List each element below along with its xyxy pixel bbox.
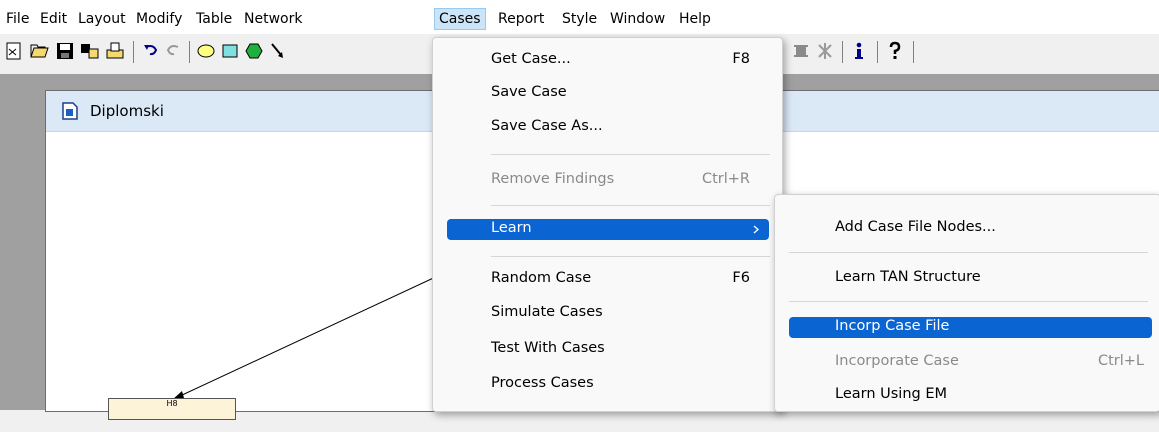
menu-help[interactable]: Help	[675, 9, 715, 29]
menu-item-save-case[interactable]: Save Case	[491, 84, 567, 100]
info-icon[interactable]	[849, 41, 869, 61]
document-icon	[62, 102, 78, 120]
submenu-item-incorp-case-file[interactable]: Incorp Case File	[789, 317, 1152, 338]
arrow-tool-icon[interactable]	[268, 41, 288, 61]
menu-cases[interactable]: Cases	[434, 8, 486, 30]
learn-submenu: Add Case File Nodes... Learn TAN Structu…	[774, 194, 1159, 412]
rectangle-icon[interactable]	[220, 41, 240, 61]
shortcut-remove-findings: Ctrl+R	[701, 171, 750, 187]
submenu-item-add-case-file-nodes[interactable]: Add Case File Nodes...	[835, 219, 996, 235]
print-icon[interactable]	[105, 41, 125, 61]
window-title: Diplomski	[90, 102, 164, 120]
menu-separator	[491, 154, 770, 155]
undo-icon[interactable]	[141, 41, 161, 61]
menu-window[interactable]: Window	[606, 9, 669, 29]
menu-item-simulate-cases[interactable]: Simulate Cases	[491, 304, 603, 320]
toolbar-separator	[877, 41, 878, 63]
submenu-item-incorp-case-file-label: Incorp Case File	[835, 318, 950, 334]
menu-item-process-cases[interactable]: Process Cases	[491, 375, 594, 391]
network-node[interactable]: H8	[108, 398, 236, 420]
menu-bar: File Edit Layout Modify Table Network Ca…	[0, 0, 1159, 34]
menu-report[interactable]: Report	[494, 9, 548, 29]
ellipse-icon[interactable]	[196, 41, 216, 61]
shortcut-random-case: F6	[732, 270, 750, 286]
new-icon[interactable]	[4, 41, 24, 61]
toolbar-separator	[842, 41, 843, 63]
menu-separator	[491, 256, 770, 257]
menu-item-learn-label: Learn	[491, 220, 532, 236]
menu-separator	[789, 301, 1148, 302]
menu-table[interactable]: Table	[192, 9, 236, 29]
menu-modify[interactable]: Modify	[132, 9, 186, 29]
save-icon[interactable]	[55, 41, 75, 61]
hexagon-icon[interactable]	[244, 41, 264, 61]
menu-layout[interactable]: Layout	[74, 9, 130, 29]
submenu-item-learn-tan-structure[interactable]: Learn TAN Structure	[835, 269, 981, 285]
chevron-right-icon	[753, 225, 759, 234]
cases-dropdown-menu: Get Case... F8 Save Case Save Case As...…	[432, 37, 783, 412]
menu-separator	[491, 205, 770, 206]
menu-item-save-case-as[interactable]: Save Case As...	[491, 118, 603, 134]
menu-network[interactable]: Network	[240, 9, 306, 29]
menu-item-remove-findings[interactable]: Remove Findings	[491, 171, 614, 187]
tool-icon-1[interactable]	[791, 41, 811, 61]
menu-edit[interactable]: Edit	[36, 9, 71, 29]
menu-style[interactable]: Style	[558, 9, 601, 29]
toolbar-separator	[913, 41, 914, 63]
toolbar-separator	[189, 41, 190, 63]
tool-icon-2[interactable]	[815, 41, 835, 61]
open-icon[interactable]	[30, 41, 50, 61]
submenu-item-learn-using-em[interactable]: Learn Using EM	[835, 386, 947, 402]
submenu-item-incorporate-case[interactable]: Incorporate Case	[835, 353, 959, 369]
menu-file[interactable]: File	[2, 9, 33, 29]
compile-icon[interactable]	[80, 41, 100, 61]
menu-item-learn[interactable]: Learn	[447, 219, 769, 240]
toolbar-separator	[133, 41, 134, 63]
menu-item-test-with-cases[interactable]: Test With Cases	[491, 340, 605, 356]
help-icon[interactable]	[885, 41, 905, 61]
redo-icon[interactable]	[163, 41, 183, 61]
shortcut-get-case: F8	[732, 51, 750, 67]
menu-item-random-case[interactable]: Random Case	[491, 270, 591, 286]
menu-separator	[789, 252, 1148, 253]
node-label: H8	[166, 399, 178, 408]
shortcut-incorporate-case: Ctrl+L	[1097, 353, 1144, 369]
menu-item-get-case[interactable]: Get Case...	[491, 51, 571, 67]
